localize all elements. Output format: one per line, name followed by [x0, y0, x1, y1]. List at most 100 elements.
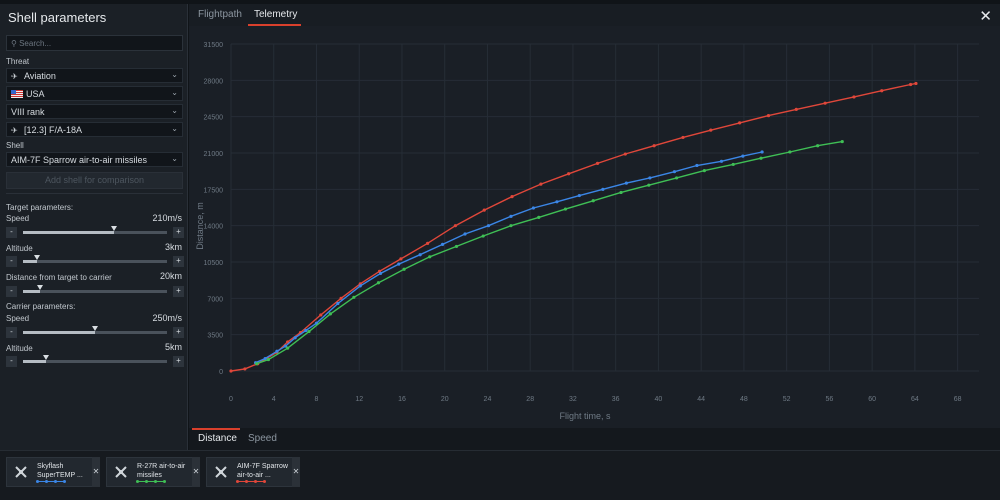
shell-card[interactable]: R-27R air-to-air missiles: [106, 457, 200, 487]
y-tick-label: 7000: [207, 296, 223, 303]
increase-button[interactable]: +: [173, 286, 184, 297]
y-tick-label: 0: [219, 369, 223, 376]
remove-shell-button[interactable]: ✕: [292, 457, 300, 487]
carrier-speed-value: 250m/s: [152, 313, 182, 323]
chevron-down-icon: ⌄: [171, 106, 178, 115]
carrier-speed-slider[interactable]: - +: [6, 326, 184, 338]
decrease-button[interactable]: -: [6, 286, 17, 297]
data-point: [914, 81, 918, 86]
slider-thumb[interactable]: [37, 285, 44, 290]
data-point: [328, 312, 332, 316]
increase-button[interactable]: +: [173, 327, 184, 338]
add-shell-button[interactable]: Add shell for comparison: [6, 172, 183, 189]
slider-track[interactable]: [23, 326, 167, 334]
swatch-dot: [245, 480, 248, 483]
comparison-tray: Skyflash SuperTEMP ... ✕ R-27R air-to-ai…: [0, 450, 1000, 500]
data-point: [595, 161, 600, 165]
slider-fill: [23, 260, 38, 263]
increase-button[interactable]: +: [173, 356, 184, 367]
data-point: [719, 159, 724, 163]
slider-fill: [23, 231, 114, 234]
data-point: [674, 176, 679, 180]
target-speed-slider[interactable]: - +: [6, 226, 184, 238]
decrease-button[interactable]: -: [6, 227, 17, 238]
slider-thumb[interactable]: [92, 326, 98, 331]
data-point: [531, 206, 536, 210]
rank-select[interactable]: VIII rank ⌄: [6, 104, 183, 119]
data-point: [741, 154, 745, 158]
x-tick-label: 0: [229, 396, 233, 403]
close-icon[interactable]: ✕: [979, 7, 992, 25]
vehicle-select[interactable]: ✈ [12.3] F/A-18A ⌄: [6, 122, 183, 137]
data-point: [567, 172, 571, 176]
distance-value: 20km: [159, 271, 182, 281]
jet-icon: ✈: [11, 126, 18, 135]
rank-value: VIII rank: [11, 107, 45, 117]
data-point: [454, 244, 459, 249]
y-tick-label: 3500: [207, 333, 223, 340]
panel-title: Shell parameters: [8, 10, 107, 25]
data-point: [275, 349, 279, 353]
x-tick-label: 28: [526, 396, 534, 403]
threat-category-select[interactable]: ✈ Aviation ⌄: [6, 68, 183, 83]
decrease-button[interactable]: -: [6, 356, 17, 367]
slider-track[interactable]: [23, 226, 167, 234]
shell-card[interactable]: AIM-7F Sparrow air-to-air ...: [206, 457, 300, 487]
x-tick-label: 4: [272, 396, 276, 403]
slider-thumb[interactable]: [110, 226, 117, 231]
data-point: [759, 156, 763, 160]
chart-svg: 0 4 8 12 16 20 24 28 32 36 40 44 48 52 56 60 64 680350070…: [189, 26, 1000, 428]
data-point: [766, 114, 771, 118]
slider-thumb[interactable]: [43, 355, 50, 360]
data-point: [440, 242, 445, 246]
shell-card-name: R-27R air-to-air missiles: [137, 463, 186, 479]
slider-track[interactable]: [23, 255, 167, 263]
swatch-dot: [154, 480, 157, 483]
missile-icon: [215, 466, 227, 478]
slider-track[interactable]: [23, 355, 167, 363]
data-point: [486, 224, 491, 228]
distance-slider[interactable]: - +: [6, 285, 184, 297]
data-point: [509, 224, 513, 228]
x-tick-label: 32: [569, 396, 577, 403]
x-tick-label: 56: [826, 396, 834, 403]
data-point: [304, 328, 308, 333]
carrier-altitude-label: Altitude: [6, 344, 33, 353]
decrease-button[interactable]: -: [6, 327, 17, 338]
data-point: [510, 195, 514, 199]
data-point: [266, 357, 270, 362]
tab-telemetry[interactable]: Telemetry: [254, 9, 297, 20]
data-point: [624, 181, 628, 185]
shell-card[interactable]: Skyflash SuperTEMP ...: [6, 457, 100, 487]
tab-distance[interactable]: Distance: [198, 433, 237, 444]
remove-shell-button[interactable]: ✕: [192, 457, 200, 487]
x-axis-label: Flight time, s: [559, 411, 611, 421]
decrease-button[interactable]: -: [6, 256, 17, 267]
carrier-altitude-slider[interactable]: - +: [6, 355, 184, 367]
data-point: [509, 214, 513, 218]
tab-speed[interactable]: Speed: [248, 433, 277, 444]
nation-value: USA: [26, 89, 45, 99]
remove-shell-button[interactable]: ✕: [92, 457, 100, 487]
slider-thumb[interactable]: [34, 255, 41, 260]
y-tick-label: 21000: [204, 151, 224, 158]
tab-flightpath[interactable]: Flightpath: [198, 9, 242, 20]
increase-button[interactable]: +: [173, 227, 184, 238]
view-tabs: Flightpath Telemetry ✕: [189, 4, 1000, 26]
nation-select[interactable]: USA ⌄: [6, 86, 183, 101]
data-point: [453, 224, 457, 228]
slider-track[interactable]: [23, 285, 167, 293]
target-params-label: Target parameters:: [6, 203, 74, 212]
data-point: [648, 176, 652, 180]
active-metric-indicator: [192, 428, 240, 430]
threat-label: Threat: [6, 57, 30, 66]
slider-fill: [23, 290, 41, 293]
search-input[interactable]: ⚲ Search...: [6, 35, 183, 51]
telemetry-chart: 0 4 8 12 16 20 24 28 32 36 40 44 48 52 56 60 64 68 0 3500 70…: [189, 26, 1000, 428]
data-point: [286, 346, 290, 350]
target-altitude-slider[interactable]: - +: [6, 255, 184, 267]
increase-button[interactable]: +: [173, 256, 184, 267]
shell-select[interactable]: AIM-7F Sparrow air-to-air missiles ⌄: [6, 152, 183, 167]
series-swatch: [136, 480, 166, 483]
main-area: Flightpath Telemetry ✕ 0 4 8 12 16 20 24 28 32 36…: [189, 4, 1000, 450]
